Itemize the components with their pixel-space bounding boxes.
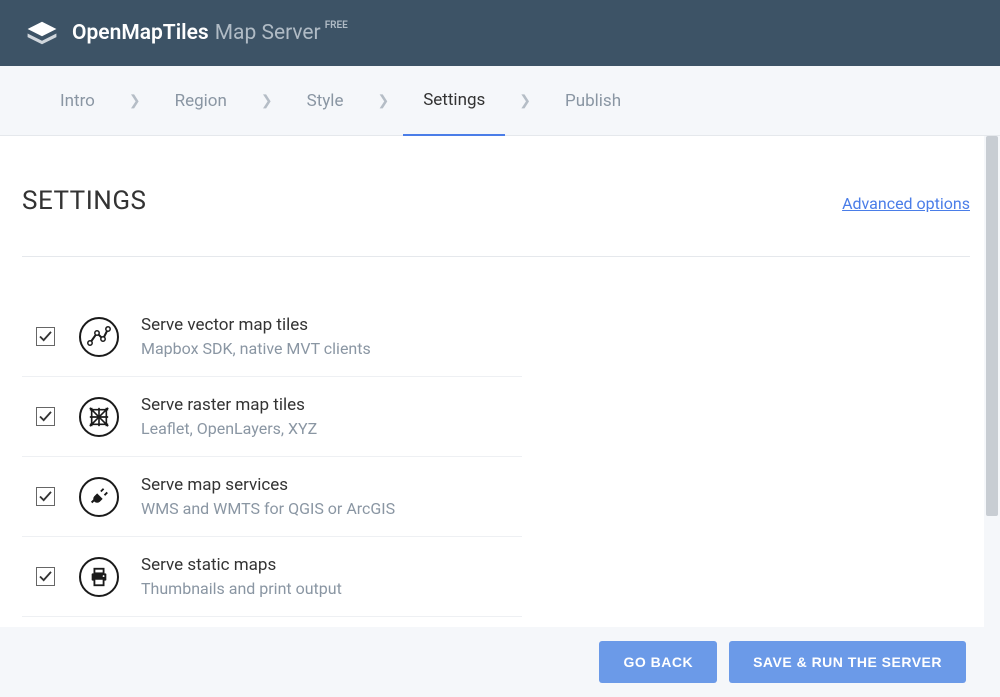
- save-run-button[interactable]: SAVE & RUN THE SERVER: [729, 641, 966, 683]
- footer-bar: GO BACK SAVE & RUN THE SERVER: [0, 627, 1000, 697]
- crumb-intro[interactable]: Intro: [40, 66, 115, 136]
- option-title: Serve map services: [141, 475, 522, 495]
- main-content: SETTINGS Advanced options Serve vector m…: [0, 136, 1000, 627]
- breadcrumb: Intro ❯ Region ❯ Style ❯ Settings ❯ Publ…: [0, 66, 1000, 136]
- checkbox-static[interactable]: [36, 567, 55, 586]
- checkbox-services[interactable]: [36, 487, 55, 506]
- option-title: Serve static maps: [141, 555, 522, 575]
- option-subtitle: Mapbox SDK, native MVT clients: [141, 339, 522, 358]
- crumb-settings[interactable]: Settings: [403, 66, 505, 136]
- brand-name: OpenMapTiles: [72, 21, 209, 45]
- option-map-services: Serve map services WMS and WMTS for QGIS…: [22, 457, 522, 537]
- advanced-options-link[interactable]: Advanced options: [842, 194, 970, 213]
- checkbox-raster[interactable]: [36, 407, 55, 426]
- tier-badge: FREE: [325, 20, 348, 31]
- option-subtitle: Leaflet, OpenLayers, XYZ: [141, 419, 522, 438]
- page-title: SETTINGS: [22, 186, 146, 216]
- raster-icon: [79, 397, 119, 437]
- product-name: Map Server: [215, 21, 321, 45]
- option-subtitle: WMS and WMTS for QGIS or ArcGIS: [141, 499, 522, 518]
- chevron-right-icon: ❯: [129, 93, 141, 109]
- option-title: Serve raster map tiles: [141, 395, 522, 415]
- printer-icon: [79, 557, 119, 597]
- chevron-right-icon: ❯: [377, 93, 389, 109]
- option-title: Serve vector map tiles: [141, 315, 522, 335]
- crumb-style[interactable]: Style: [287, 66, 364, 136]
- checkbox-vector[interactable]: [36, 327, 55, 346]
- scrollbar[interactable]: [984, 136, 1000, 627]
- crumb-publish[interactable]: Publish: [545, 66, 641, 136]
- go-back-button[interactable]: GO BACK: [599, 641, 717, 683]
- vector-icon: [79, 317, 119, 357]
- option-raster-tiles: Serve raster map tiles Leaflet, OpenLaye…: [22, 377, 522, 457]
- divider: [22, 256, 970, 257]
- logo-icon: [24, 19, 60, 47]
- chevron-right-icon: ❯: [261, 93, 273, 109]
- chevron-right-icon: ❯: [519, 93, 531, 109]
- crumb-region[interactable]: Region: [155, 66, 247, 136]
- option-subtitle: Thumbnails and print output: [141, 579, 522, 598]
- scrollbar-thumb[interactable]: [986, 136, 998, 516]
- app-header: OpenMapTiles Map Server FREE: [0, 0, 1000, 66]
- option-vector-tiles: Serve vector map tiles Mapbox SDK, nativ…: [22, 297, 522, 377]
- option-static-maps: Serve static maps Thumbnails and print o…: [22, 537, 522, 617]
- plug-icon: [79, 477, 119, 517]
